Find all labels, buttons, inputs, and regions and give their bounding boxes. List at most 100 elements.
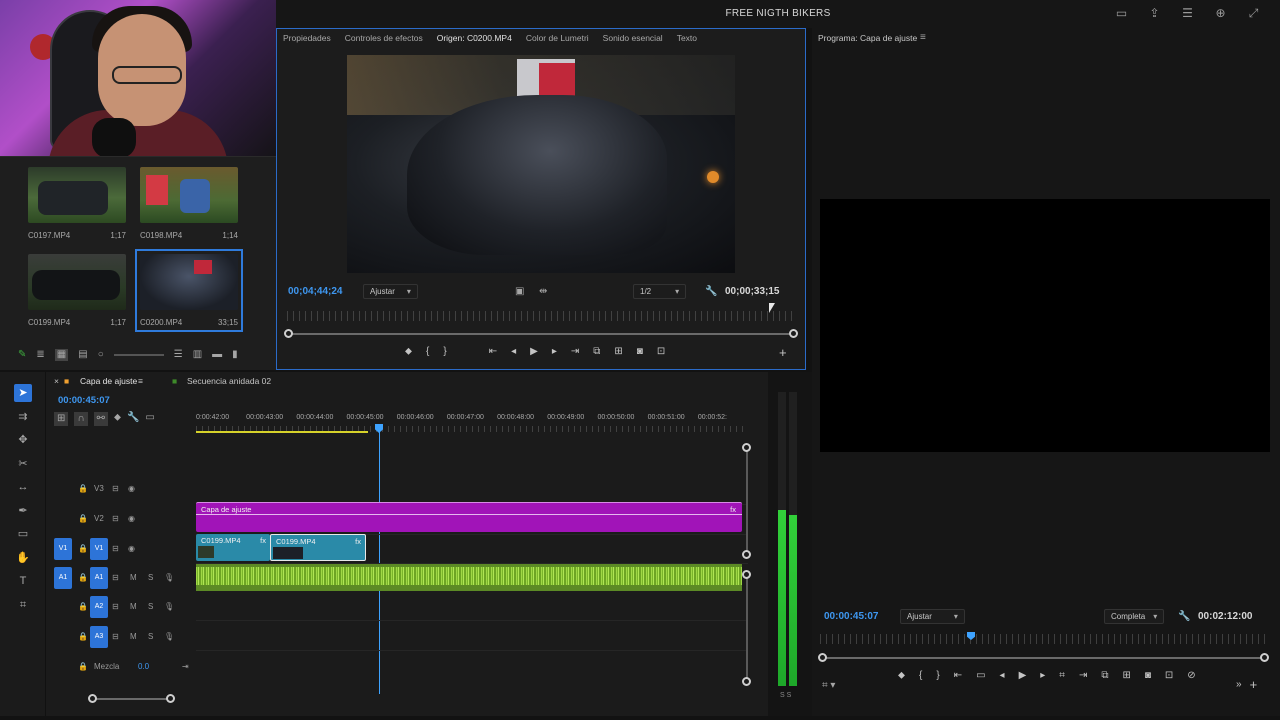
selection-tool-icon[interactable]: ➤ <box>14 384 32 402</box>
lock-icon[interactable]: 🔒 <box>78 514 88 523</box>
new-bin-icon[interactable]: ▬ <box>212 349 222 361</box>
settings-wrench-icon[interactable]: 🔧 <box>705 286 717 298</box>
track-target-a1[interactable]: A1 <box>90 567 108 589</box>
razor-tool-icon[interactable]: ✂ <box>14 455 32 473</box>
audio-tracks-scrollbar[interactable] <box>746 576 748 682</box>
timeline-settings-icon[interactable]: 🔧 <box>127 412 139 426</box>
mute-button[interactable]: M <box>130 632 137 641</box>
pen-tool-icon[interactable]: ✒ <box>14 502 32 520</box>
sync-lock-icon[interactable]: ⊟ <box>112 602 119 611</box>
marker-icon[interactable]: ⬥ <box>898 670 905 681</box>
source-zoom-bar[interactable] <box>289 333 793 335</box>
program-timecode[interactable]: 00:00:45:07 <box>824 611 878 622</box>
tab-sequence-capa-de-ajuste[interactable]: Capa de ajuste <box>80 376 137 386</box>
track-label[interactable]: V2 <box>94 514 104 523</box>
lock-icon[interactable]: 🔒 <box>78 573 88 582</box>
step-back-icon[interactable]: ◂ <box>511 346 516 357</box>
ripple-edit-tool-icon[interactable]: ✥ <box>14 431 32 449</box>
microphone-icon[interactable]: 🎙 <box>164 602 174 611</box>
source-video-frame[interactable] <box>347 55 735 273</box>
lock-icon[interactable]: 🔒 <box>78 632 88 641</box>
overwrite-clip-icon[interactable]: ⊞ <box>614 346 622 357</box>
video-tracks-scrollbar[interactable] <box>746 448 748 554</box>
source-resolution-dropdown[interactable]: 1/2 ▾ <box>633 284 687 299</box>
program-time-ruler[interactable] <box>820 634 1266 644</box>
sync-lock-icon[interactable]: ⊟ <box>112 544 119 553</box>
nest-toggle-icon[interactable]: ⊞ <box>54 412 69 426</box>
source-patch-a1[interactable]: A1 <box>54 567 72 589</box>
automate-icon[interactable]: ▥ <box>193 349 202 361</box>
eye-icon[interactable]: ◉ <box>128 514 135 523</box>
go-to-out-icon[interactable]: ⇥ <box>1079 670 1087 681</box>
tab-text[interactable]: Texto <box>677 33 711 43</box>
pencil-icon[interactable]: ✎ <box>18 349 26 361</box>
go-to-in-icon[interactable]: ⇤ <box>954 670 962 681</box>
zoom-slider-icon[interactable]: ○ <box>98 349 104 361</box>
snap-icon[interactable]: ∩ <box>74 412 88 426</box>
insert-clip-icon[interactable]: ⧉ <box>593 346 600 357</box>
type-tool-icon[interactable]: T <box>14 572 32 590</box>
add-marker-icon[interactable]: ⬥ <box>114 412 121 426</box>
panel-menu-icon[interactable]: ≡ <box>138 376 143 386</box>
tab-source[interactable]: Origen: C0200.MP4 <box>437 33 526 43</box>
panel-menu-icon[interactable]: ≡ <box>920 32 926 44</box>
timeline-ruler[interactable]: 0:00:42:00 00:00:43:00 00:00:44:00 00:00:45… <box>196 414 748 424</box>
program-monitor-title[interactable]: Programa: Capa de ajuste <box>818 33 917 43</box>
microphone-icon[interactable]: 🎙 <box>164 632 174 641</box>
mark-out-icon[interactable]: } <box>936 670 939 681</box>
scroll-handle-top[interactable] <box>742 443 751 452</box>
scroll-handle-right[interactable] <box>166 694 175 703</box>
go-to-in-icon[interactable]: ⇤ <box>489 346 497 357</box>
sort-icon[interactable]: ☰ <box>174 349 183 361</box>
solo-button[interactable]: S <box>148 602 153 611</box>
mark-in-icon[interactable]: { <box>426 346 429 357</box>
scroll-handle-top[interactable] <box>742 570 751 579</box>
program-fit-dropdown[interactable]: Ajustar ▾ <box>900 609 965 624</box>
insert-icon[interactable]: ⇹ <box>539 286 547 298</box>
go-to-out-icon[interactable]: ⇥ <box>571 346 579 357</box>
freeform-view-icon[interactable]: ▤ <box>78 349 87 361</box>
program-resolution-dropdown[interactable]: Completa ▾ <box>1104 609 1165 624</box>
video-clip-v1[interactable]: C0199.MP4 fx <box>196 534 270 561</box>
microphone-icon[interactable]: 🎙 <box>164 573 174 582</box>
audio-clip-a1[interactable] <box>196 564 742 591</box>
lock-icon[interactable]: 🔒 <box>78 662 88 671</box>
export-icon[interactable]: ⇪ <box>1146 6 1163 21</box>
track-select-tool-icon[interactable]: ⇉ <box>14 408 32 426</box>
mark-out-icon[interactable]: } <box>443 346 446 357</box>
new-item-icon[interactable]: ▮ <box>232 349 238 361</box>
bin-clip-selected[interactable]: C0200.MP4 33;15 <box>135 249 243 332</box>
sync-lock-icon[interactable]: ⊟ <box>112 632 119 641</box>
export-frame-icon[interactable]: ◙ <box>637 346 643 357</box>
slip-tool-icon[interactable]: ↔ <box>14 478 32 496</box>
play-icon[interactable]: ▶ <box>1019 670 1027 681</box>
menu-icon[interactable]: ☰ <box>1179 6 1196 21</box>
captions-tool-icon[interactable]: ⌗ <box>14 596 32 614</box>
hand-tool-icon[interactable]: ✋ <box>14 549 32 567</box>
meter-solo-labels[interactable]: S S <box>780 692 791 699</box>
tab-properties[interactable]: Propiedades <box>283 33 345 43</box>
marker-icon[interactable]: ⬥ <box>405 346 412 357</box>
linked-selection-icon[interactable]: ⚯ <box>93 412 108 426</box>
export-frame-icon[interactable]: ◙ <box>1145 670 1151 681</box>
fullscreen-icon[interactable]: ⤢ <box>1245 6 1262 21</box>
mark-in-icon[interactable]: { <box>919 670 922 681</box>
zoom-slider[interactable] <box>113 354 164 356</box>
source-time-ruler[interactable] <box>287 311 795 321</box>
tab-effect-controls[interactable]: Controles de efectos <box>345 33 437 43</box>
source-fit-dropdown[interactable]: Ajustar ▾ <box>363 284 418 299</box>
work-area-bar[interactable] <box>196 431 368 433</box>
track-target-v1[interactable]: V1 <box>90 538 108 560</box>
bin-clip[interactable]: C0199.MP4 1;17 <box>28 254 126 327</box>
lock-icon[interactable]: 🔒 <box>78 602 88 611</box>
workspace-icon[interactable]: ▭ <box>1113 6 1130 21</box>
eye-icon[interactable]: ◉ <box>128 484 135 493</box>
step-back-icon[interactable]: ◂ <box>1000 670 1005 681</box>
lock-icon[interactable]: 🔒 <box>78 484 88 493</box>
trim-icon[interactable]: ▭ <box>976 670 985 681</box>
icon-view-icon[interactable]: ▦ <box>54 349 69 361</box>
timeline-timecode[interactable]: 00:00:45:07 <box>58 395 110 406</box>
timeline-tab-close-icon[interactable]: × <box>54 376 59 386</box>
rectangle-tool-icon[interactable]: ▭ <box>14 525 32 543</box>
overlay-icon[interactable]: ▣ <box>515 286 524 298</box>
